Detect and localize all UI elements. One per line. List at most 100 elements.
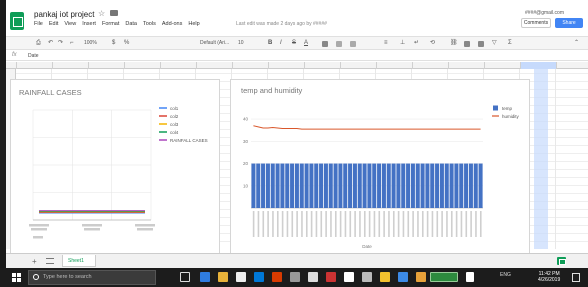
wrap-icon[interactable]: ↵ bbox=[414, 40, 419, 47]
formula-input[interactable]: Date bbox=[28, 53, 39, 59]
temp-bar bbox=[367, 163, 372, 208]
app-icon[interactable] bbox=[380, 272, 390, 282]
x-tick-label bbox=[137, 228, 153, 231]
last-edit-note[interactable]: Last edit was made 2 days ago by ##### bbox=[236, 21, 327, 27]
app-icon[interactable] bbox=[344, 272, 354, 282]
rotate-icon[interactable]: ⟲ bbox=[430, 40, 435, 47]
menu-data[interactable]: Data bbox=[125, 21, 137, 27]
temp-bar bbox=[314, 163, 319, 208]
app-icon[interactable] bbox=[290, 272, 300, 282]
menu-insert[interactable]: Insert bbox=[82, 21, 96, 27]
comment-icon[interactable] bbox=[464, 41, 470, 47]
explore-icon[interactable] bbox=[557, 257, 566, 265]
text-color-icon[interactable]: A bbox=[304, 40, 308, 47]
print-icon[interactable]: ⎙ bbox=[36, 40, 41, 47]
comments-button[interactable]: Comments bbox=[521, 18, 551, 28]
x-tick-label bbox=[257, 211, 260, 237]
store-icon[interactable] bbox=[236, 272, 246, 282]
merge-icon[interactable] bbox=[350, 41, 356, 47]
windows-start-icon[interactable] bbox=[12, 273, 21, 282]
menu-view[interactable]: View bbox=[64, 21, 76, 27]
font-size-select[interactable]: 10 bbox=[238, 40, 244, 47]
italic-icon[interactable]: I bbox=[280, 40, 282, 47]
star-icon[interactable]: ☆ bbox=[98, 9, 105, 18]
font-select[interactable]: Default (Ari... bbox=[200, 40, 229, 47]
percent-icon[interactable]: % bbox=[124, 40, 129, 47]
sheets-logo-icon[interactable] bbox=[10, 12, 24, 30]
link-icon[interactable]: ⛓ bbox=[450, 40, 458, 47]
menu-help[interactable]: Help bbox=[188, 21, 199, 27]
x-tick-label bbox=[378, 211, 381, 237]
collapse-icon[interactable]: ⌃ bbox=[574, 40, 579, 47]
notifications-icon[interactable] bbox=[572, 273, 580, 282]
temp-bar bbox=[304, 163, 309, 208]
file-explorer-icon[interactable] bbox=[218, 272, 228, 282]
document-title[interactable]: pankaj iot project bbox=[34, 10, 94, 19]
temp-bar bbox=[401, 163, 406, 208]
valign-icon[interactable]: ⊥ bbox=[400, 40, 405, 47]
task-view-icon[interactable] bbox=[180, 272, 190, 282]
align-icon[interactable]: ≡ bbox=[384, 40, 388, 47]
x-tick-label bbox=[262, 211, 265, 237]
app-icon[interactable] bbox=[416, 272, 426, 282]
strikethrough-icon[interactable]: S bbox=[292, 40, 296, 47]
temp-bar bbox=[444, 163, 449, 208]
add-sheet-button[interactable]: + bbox=[32, 258, 37, 266]
selected-column[interactable] bbox=[534, 69, 548, 249]
mail-icon[interactable] bbox=[254, 272, 264, 282]
borders-icon[interactable] bbox=[336, 41, 342, 47]
app-icon[interactable] bbox=[362, 272, 372, 282]
menu-format[interactable]: Format bbox=[102, 21, 119, 27]
x-axis-label bbox=[33, 236, 43, 239]
menu-tools[interactable]: Tools bbox=[143, 21, 156, 27]
functions-icon[interactable]: Σ bbox=[508, 40, 512, 47]
currency-icon[interactable]: $ bbox=[112, 40, 115, 47]
temp-bar bbox=[478, 163, 483, 208]
cortana-icon bbox=[33, 274, 39, 280]
bold-icon[interactable]: B bbox=[268, 40, 272, 47]
paint-format-icon[interactable]: ⌐ bbox=[70, 40, 74, 47]
temp-bar bbox=[343, 163, 348, 208]
menu-add-ons[interactable]: Add-ons bbox=[162, 21, 183, 27]
taskbar-search-box[interactable]: Type here to search bbox=[28, 270, 156, 285]
fill-color-icon[interactable] bbox=[322, 41, 328, 47]
battery-icon[interactable] bbox=[430, 272, 458, 282]
x-tick-label bbox=[276, 211, 279, 237]
language-indicator[interactable]: ENG bbox=[500, 272, 511, 278]
edge-icon[interactable] bbox=[200, 272, 210, 282]
temp-bar bbox=[352, 163, 357, 208]
user-email[interactable]: ####@gmail.com bbox=[525, 10, 564, 16]
chart-icon[interactable] bbox=[478, 41, 484, 47]
redo-icon[interactable]: ↷ bbox=[58, 40, 63, 47]
undo-icon[interactable]: ↶ bbox=[48, 40, 53, 47]
temp-bar bbox=[377, 163, 382, 208]
share-button[interactable]: Share bbox=[555, 18, 583, 28]
column-header[interactable] bbox=[6, 62, 588, 69]
desktop-screen: pankaj iot project ☆ File Edit View Insert F… bbox=[0, 0, 588, 287]
x-tick-label bbox=[339, 211, 342, 237]
x-tick-label bbox=[84, 228, 100, 231]
app-icon[interactable] bbox=[326, 272, 336, 282]
app-icon[interactable] bbox=[466, 272, 474, 282]
sheet-tab[interactable]: Sheet1 bbox=[62, 255, 96, 267]
filter-icon[interactable]: ▽ bbox=[492, 40, 497, 47]
all-sheets-menu-icon[interactable] bbox=[46, 258, 54, 264]
rainfall-chart[interactable]: RAINFALL CASES col1 col2 col3 col4 RAINFALL … bbox=[10, 79, 220, 254]
temp-humidity-chart[interactable]: temp and humidity 10 20 30 40 temp humidity Da… bbox=[230, 79, 530, 254]
temp-bar bbox=[323, 163, 328, 208]
folder-icon[interactable] bbox=[110, 10, 118, 16]
temp-bar bbox=[357, 163, 362, 208]
zoom-select[interactable]: 100% bbox=[84, 40, 97, 47]
x-tick-label bbox=[450, 211, 453, 237]
office-icon[interactable] bbox=[272, 272, 282, 282]
app-icon[interactable] bbox=[308, 272, 318, 282]
x-tick-label bbox=[412, 211, 414, 237]
app-icon[interactable] bbox=[398, 272, 408, 282]
clock[interactable]: 11:42 PM 4/26/2019 bbox=[538, 271, 560, 283]
temp-bar bbox=[420, 163, 425, 208]
temp-bar bbox=[386, 163, 391, 208]
x-tick-label bbox=[354, 211, 356, 237]
menu-file[interactable]: File bbox=[34, 21, 43, 27]
menu-edit[interactable]: Edit bbox=[49, 21, 58, 27]
x-tick-label bbox=[441, 211, 443, 237]
